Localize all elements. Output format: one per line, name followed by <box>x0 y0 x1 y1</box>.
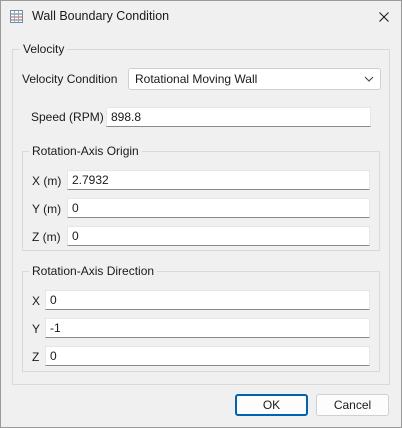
ok-button[interactable]: OK <box>235 394 308 416</box>
cancel-button[interactable]: Cancel <box>316 394 389 416</box>
origin-y-label: Y (m) <box>32 202 62 216</box>
window-title: Wall Boundary Condition <box>32 9 170 23</box>
origin-x-label: X (m) <box>32 174 62 188</box>
direction-x-label: X <box>32 294 41 308</box>
origin-x-input[interactable]: 2.7932 <box>67 170 370 190</box>
dialog-body: Velocity Velocity Condition Rotational M… <box>1 32 401 427</box>
close-button[interactable] <box>367 1 401 32</box>
speed-input[interactable]: 898.8 <box>106 107 371 127</box>
close-icon <box>379 11 389 22</box>
velocity-condition-value: Rotational Moving Wall <box>135 72 258 86</box>
velocity-group-label: Velocity <box>20 42 68 56</box>
direction-z-input[interactable]: 0 <box>45 346 370 366</box>
velocity-condition-label: Velocity Condition <box>22 72 118 86</box>
direction-y-label: Y <box>32 322 41 336</box>
direction-group-label: Rotation-Axis Direction <box>29 264 158 278</box>
origin-group-label: Rotation-Axis Origin <box>29 144 142 158</box>
origin-z-input[interactable]: 0 <box>67 226 370 246</box>
direction-z-label: Z <box>32 350 40 364</box>
chevron-down-icon <box>364 76 374 82</box>
origin-z-label: Z (m) <box>32 230 61 244</box>
velocity-condition-dropdown[interactable]: Rotational Moving Wall <box>128 68 381 90</box>
direction-x-input[interactable]: 0 <box>45 290 370 310</box>
dialog-window: Wall Boundary Condition Velocity Velocit… <box>0 0 402 428</box>
speed-label: Speed (RPM) <box>31 110 104 124</box>
direction-y-input[interactable]: -1 <box>45 318 370 338</box>
origin-y-input[interactable]: 0 <box>67 198 370 218</box>
grid-app-icon <box>10 10 23 23</box>
title-bar[interactable]: Wall Boundary Condition <box>1 1 401 32</box>
